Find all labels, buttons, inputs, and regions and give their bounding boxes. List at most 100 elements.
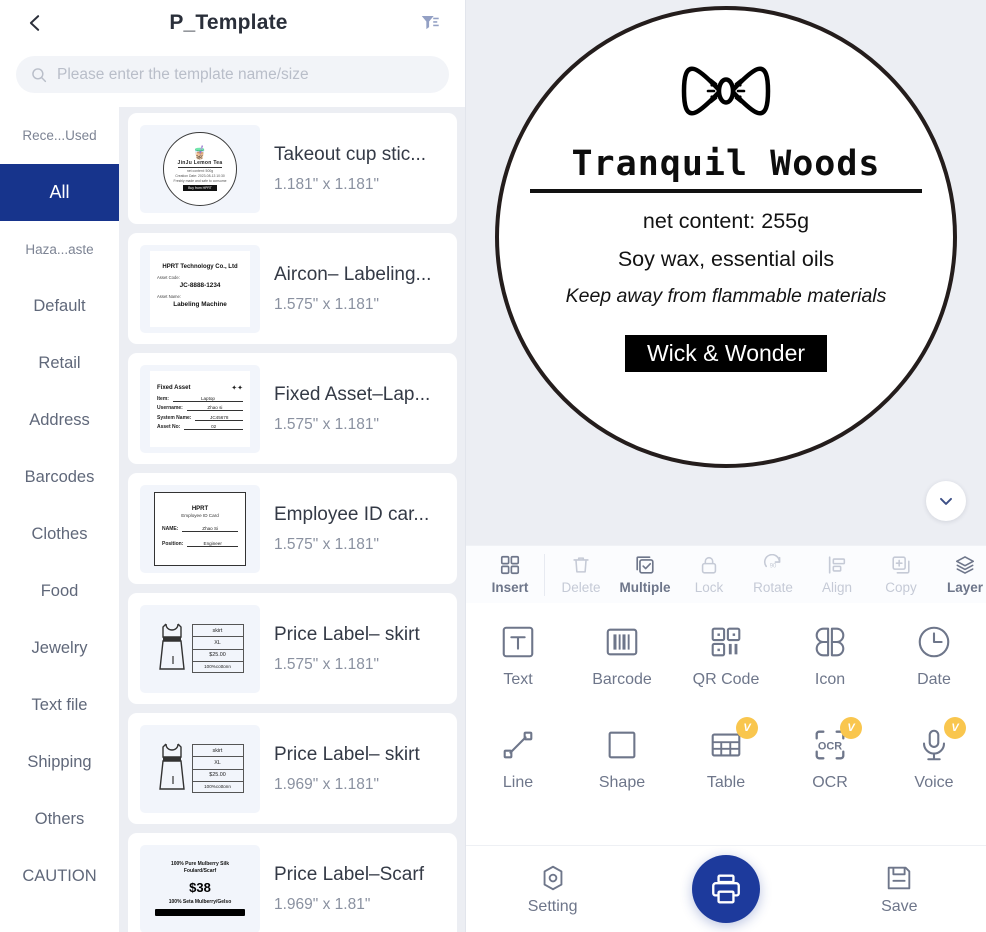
thumb-label: Asset Code: [157, 275, 180, 280]
category-item-hazardous-waste[interactable]: Haza...aste [0, 221, 119, 278]
label-ingredients[interactable]: Soy wax, essential oils [618, 247, 834, 272]
template-size: 1.575" x 1.181" [274, 415, 379, 433]
dress-icon [158, 743, 185, 790]
search-box[interactable] [16, 56, 449, 93]
thumb-value: JC-8888-1234 [179, 282, 221, 289]
insert-icon[interactable]: Icon [778, 617, 882, 720]
search-icon [30, 66, 48, 84]
search-input[interactable] [57, 65, 435, 84]
thumb-value: Zhao si [186, 405, 243, 411]
thumb-tag: Buy from HPRT [183, 185, 217, 192]
filter-button[interactable] [413, 6, 447, 40]
template-card[interactable]: HPRT Employee ID Card NAME: Zhao Si Posit… [128, 473, 457, 584]
insert-ocr[interactable]: OCR V OCR [778, 717, 882, 823]
template-list[interactable]: 🧋 JinJu Lemon Tea net content: 500g Crea… [120, 107, 465, 932]
category-label: Haza...aste [25, 242, 94, 257]
collapse-panel-button[interactable] [926, 481, 966, 521]
insert-line[interactable]: Line [466, 720, 570, 823]
insert-label: Text [503, 671, 533, 688]
category-item-text-file[interactable]: Text file [0, 677, 119, 734]
category-rail[interactable]: Rece...Used All Haza...aste Default Reta… [0, 107, 120, 932]
action-multiple[interactable]: Multiple [613, 554, 677, 595]
category-item-default[interactable]: Default [0, 278, 119, 335]
template-thumbnail: Fixed Asset ✦✦ Item: Laptop Username: Zhao… [140, 364, 260, 453]
category-item-shipping[interactable]: Shipping [0, 734, 119, 791]
insert-shape[interactable]: Shape [570, 720, 674, 823]
insert-label: Barcode [592, 671, 652, 688]
template-meta: Takeout cup stic... 1.181" x 1.181" [274, 144, 445, 194]
microphone-icon: V [915, 717, 966, 764]
insert-barcode[interactable]: Barcode [570, 617, 674, 720]
category-item-barcodes[interactable]: Barcodes [0, 449, 119, 506]
template-card[interactable]: skirt XL $25.00 100%cottonn Price Label–… [128, 593, 457, 704]
template-thumbnail: 100% Pure Mulberry Silk Foulard/Scarf $3… [140, 844, 260, 932]
template-name: Takeout cup stic... [274, 143, 427, 165]
label-brand-title[interactable]: Tranquil Woods [571, 147, 880, 182]
label-warning[interactable]: Keep away from flammable materials [566, 285, 887, 308]
price-skirt-art: skirt XL $25.00 100%cottonn [157, 740, 244, 798]
category-label: Clothes [31, 525, 88, 543]
template-card[interactable]: 🧋 JinJu Lemon Tea net content: 500g Crea… [128, 113, 457, 224]
template-card[interactable]: skirt XL $25.00 100%cottonn Price Label–… [128, 713, 457, 824]
category-item-jewelry[interactable]: Jewelry [0, 620, 119, 677]
vip-badge: V [944, 717, 966, 739]
category-item-caution[interactable]: CAUTION [0, 848, 119, 905]
action-align[interactable]: Align [805, 554, 869, 595]
action-layer[interactable]: Layer [933, 554, 986, 595]
category-item-others[interactable]: Others [0, 791, 119, 848]
label-net-content[interactable]: net content: 255g [643, 209, 809, 234]
thumb-brand: JinJu Lemon Tea [177, 159, 223, 168]
template-card[interactable]: Fixed Asset ✦✦ Item: Laptop Username: Zhao… [128, 353, 457, 464]
category-item-all[interactable]: All [0, 164, 119, 221]
thumb-value: 02 [184, 424, 243, 430]
category-item-recently-used[interactable]: Rece...Used [0, 107, 119, 164]
save-label: Save [881, 897, 918, 915]
action-label: Delete [561, 580, 601, 595]
category-item-address[interactable]: Address [0, 392, 119, 449]
setting-button[interactable]: Setting [466, 863, 639, 916]
action-copy[interactable]: Copy [869, 554, 933, 595]
insert-text[interactable]: Text [466, 617, 570, 720]
action-insert[interactable]: Insert [478, 554, 542, 595]
insert-qr-code[interactable]: QR Code [674, 617, 778, 720]
thumb-value: Laptop [172, 396, 243, 402]
insert-table[interactable]: V Table [674, 717, 778, 823]
insert-label: Table [706, 774, 746, 791]
layers-icon [955, 556, 975, 574]
template-card[interactable]: HPRT Technology Co., Ltd Asset Code: JC-… [128, 233, 457, 344]
template-card[interactable]: 100% Pure Mulberry Silk Foulard/Scarf $3… [128, 833, 457, 932]
price-table: skirt XL $25.00 100%cottonn [191, 744, 244, 793]
label-footer-chip[interactable]: Wick & Wonder [624, 335, 828, 372]
chevron-down-icon [940, 497, 952, 505]
save-button[interactable]: Save [813, 863, 986, 916]
print-button[interactable] [691, 855, 760, 923]
action-label: Lock [694, 580, 724, 595]
category-item-clothes[interactable]: Clothes [0, 506, 119, 563]
checkbox-stack-icon [636, 556, 654, 574]
thumb-key: Username: [157, 405, 183, 411]
category-item-retail[interactable]: Retail [0, 335, 119, 392]
app-root: P_Template Please enter the template nam… [0, 0, 986, 932]
price-row: 100%cottonn [204, 664, 231, 670]
category-item-food[interactable]: Food [0, 563, 119, 620]
insert-label: QR Code [692, 671, 760, 688]
price-row: $25.00 [192, 770, 243, 782]
scarf-label-art: 100% Pure Mulberry Silk Foulard/Scarf $3… [149, 861, 251, 916]
object-action-toolbar[interactable]: Insert Delete Multiple Lock 90 Rotate Al… [466, 545, 986, 603]
label-canvas[interactable]: Tranquil Woods net content: 255g Soy wax… [466, 0, 986, 545]
template-meta: Aircon– Labeling... 1.575" x 1.181" [274, 264, 445, 314]
category-label: Jewelry [31, 639, 88, 657]
action-rotate[interactable]: 90 Rotate [741, 554, 805, 595]
insert-voice[interactable]: V Voice [882, 717, 986, 823]
qr-code-icon [707, 623, 745, 661]
action-delete[interactable]: Delete [549, 554, 613, 595]
label-design[interactable]: Tranquil Woods net content: 255g Soy wax… [495, 6, 957, 468]
square-icon [603, 726, 641, 764]
action-lock[interactable]: Lock [677, 554, 741, 595]
thumb-row: System Name: JC45678 [157, 415, 243, 421]
insert-label: OCR [812, 774, 848, 791]
insert-date[interactable]: Date [882, 617, 986, 720]
label-divider-line [530, 189, 922, 193]
print-button-slot [639, 855, 812, 923]
template-size: 1.575" x 1.181" [274, 295, 379, 313]
